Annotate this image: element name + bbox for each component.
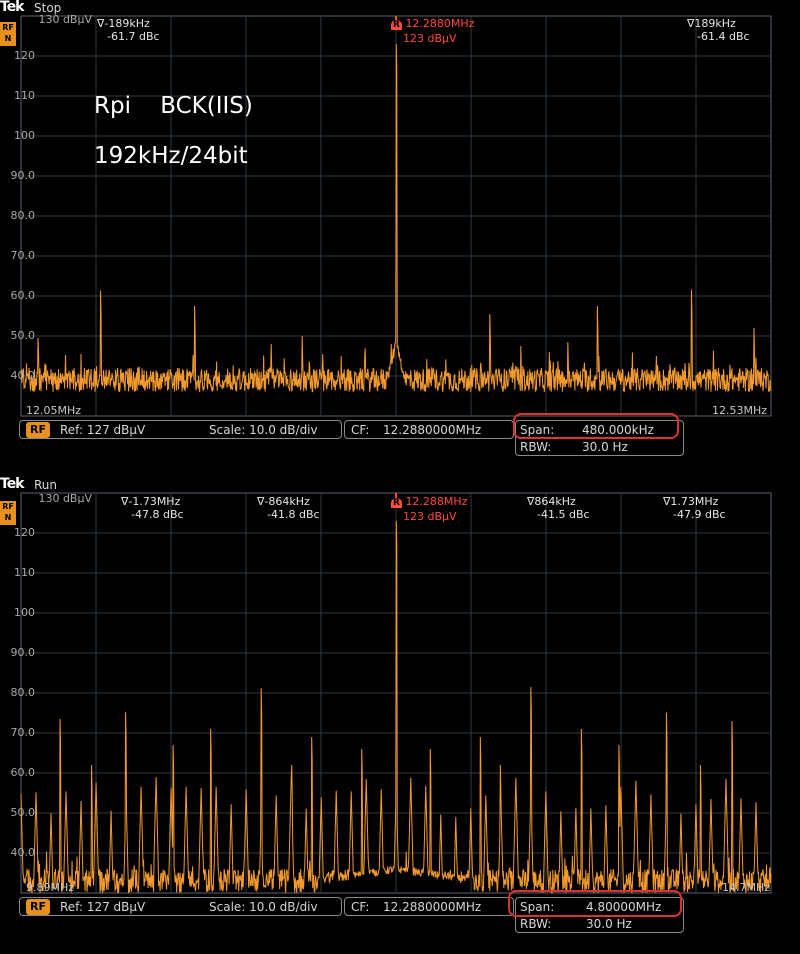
y-tick-label: 80.0 [10, 209, 36, 222]
marker-frequency: 12.2880MHz [405, 17, 475, 30]
marker-level: -61.7 dBc [107, 30, 160, 43]
marker-4[interactable]: ∇864kHz -41.5 dBc [527, 495, 590, 521]
center-frequency-value: 12.2880000MHz [383, 423, 482, 437]
rbw-value: 30.0 Hz [586, 917, 632, 931]
marker-level: 123 dBµV [403, 510, 457, 523]
marker-frequency: 1.73MHz [670, 495, 719, 508]
marker-level: -61.4 dBc [697, 30, 750, 43]
y-tick-label: 80.0 [10, 686, 36, 699]
reference-level[interactable]: Ref: 127 dBµV [60, 421, 145, 440]
vertical-scale[interactable]: Scale: 10.0 dB/div [209, 421, 318, 440]
marker-level: -47.8 dBc [131, 508, 184, 521]
y-tick-label: 40.0 [10, 369, 36, 382]
marker-frequency: 864kHz [534, 495, 576, 508]
stop-frequency: 12.53MHz [712, 404, 768, 417]
start-frequency: 12.05MHz [26, 404, 82, 417]
y-tick-label: 90.0 [10, 169, 36, 182]
rbw-value: 30.0 Hz [582, 440, 628, 454]
reference-marker-icon: R [391, 20, 402, 30]
stop-frequency: 14.7MHz [722, 881, 771, 894]
marker-frequency: -864kHz [264, 495, 310, 508]
readout-bar-left: RF Ref: 127 dBµV Scale: 10.0 dB/div [19, 420, 342, 439]
span-highlight-circle [513, 413, 679, 439]
marker-1[interactable]: ∇-1.73MHz -47.8 dBc [121, 495, 184, 521]
y-top-reference: 130 dBµV [38, 13, 92, 26]
spectrum-plot-top [20, 15, 772, 417]
marker-level: -47.9 dBc [673, 508, 726, 521]
annotation-line-2: 192kHz/24bit [94, 143, 248, 169]
annotation-line-1: Rpi BCK(IIS) [94, 93, 253, 119]
y-tick-label: 110 [14, 566, 35, 579]
marker-5[interactable]: ∇1.73MHz -47.9 dBc [663, 495, 726, 521]
spectrum-panel-bottom: Tek Run RF N 130 dBµV 9.89MHz 14.7MHz ∇-… [0, 476, 800, 954]
rf-readout-badge[interactable]: RF [26, 899, 50, 915]
y-tick-label: 50.0 [10, 806, 36, 819]
marker-left[interactable]: ∇-189kHz -61.7 dBc [97, 17, 160, 43]
span-highlight-circle [508, 890, 682, 917]
start-frequency: 9.89MHz [26, 881, 75, 894]
center-frequency-value: 12.2880000MHz [383, 900, 482, 914]
marker-reference[interactable]: R 12.2880MHz 123 dBµV [391, 17, 474, 45]
marker-frequency: -1.73MHz [128, 495, 181, 508]
rf-readout-badge[interactable]: RF [26, 422, 50, 438]
rbw-label: RBW: [520, 917, 552, 931]
marker-reference[interactable]: R 12.288MHz 123 dBµV [391, 495, 467, 523]
y-tick-label: 120 [14, 526, 35, 539]
marker-level: -41.8 dBc [267, 508, 320, 521]
y-tick-label: 100 [14, 129, 35, 142]
reference-marker-icon: R [391, 498, 402, 508]
y-tick-label: 60.0 [10, 289, 36, 302]
y-tick-label: 70.0 [10, 249, 36, 262]
y-tick-label: 50.0 [10, 329, 36, 342]
spectrum-panel-top: Tek Stop RF N 130 dBµV 12.05MHz 12.53MHz… [0, 0, 800, 470]
y-tick-label: 40.0 [10, 846, 36, 859]
y-top-reference: 130 dBµV [38, 492, 92, 505]
y-tick-label: 100 [14, 606, 35, 619]
marker-right[interactable]: ∇189kHz -61.4 dBc [687, 17, 750, 43]
readout-bar-cf[interactable]: CF: 12.2880000MHz [344, 897, 514, 916]
vertical-scale[interactable]: Scale: 10.0 dB/div [209, 898, 318, 917]
spectrum-plot-bottom [20, 492, 772, 894]
marker-frequency: 189kHz [694, 17, 736, 30]
y-tick-label: 90.0 [10, 646, 36, 659]
y-tick-label: 120 [14, 49, 35, 62]
marker-frequency: -189kHz [104, 17, 150, 30]
y-tick-label: 60.0 [10, 766, 36, 779]
center-frequency-label: CF: [351, 900, 370, 914]
marker-level: -41.5 dBc [537, 508, 590, 521]
marker-2[interactable]: ∇-864kHz -41.8 dBc [257, 495, 320, 521]
y-tick-label: 70.0 [10, 726, 36, 739]
y-tick-label: 110 [14, 89, 35, 102]
readout-bar-left: RF Ref: 127 dBµV Scale: 10.0 dB/div [19, 897, 342, 916]
center-frequency-label: CF: [351, 423, 370, 437]
reference-level[interactable]: Ref: 127 dBµV [60, 898, 145, 917]
readout-bar-cf[interactable]: CF: 12.2880000MHz [344, 420, 514, 439]
marker-level: 123 dBµV [403, 32, 457, 45]
marker-frequency: 12.288MHz [405, 495, 468, 508]
rbw-label: RBW: [520, 440, 552, 454]
